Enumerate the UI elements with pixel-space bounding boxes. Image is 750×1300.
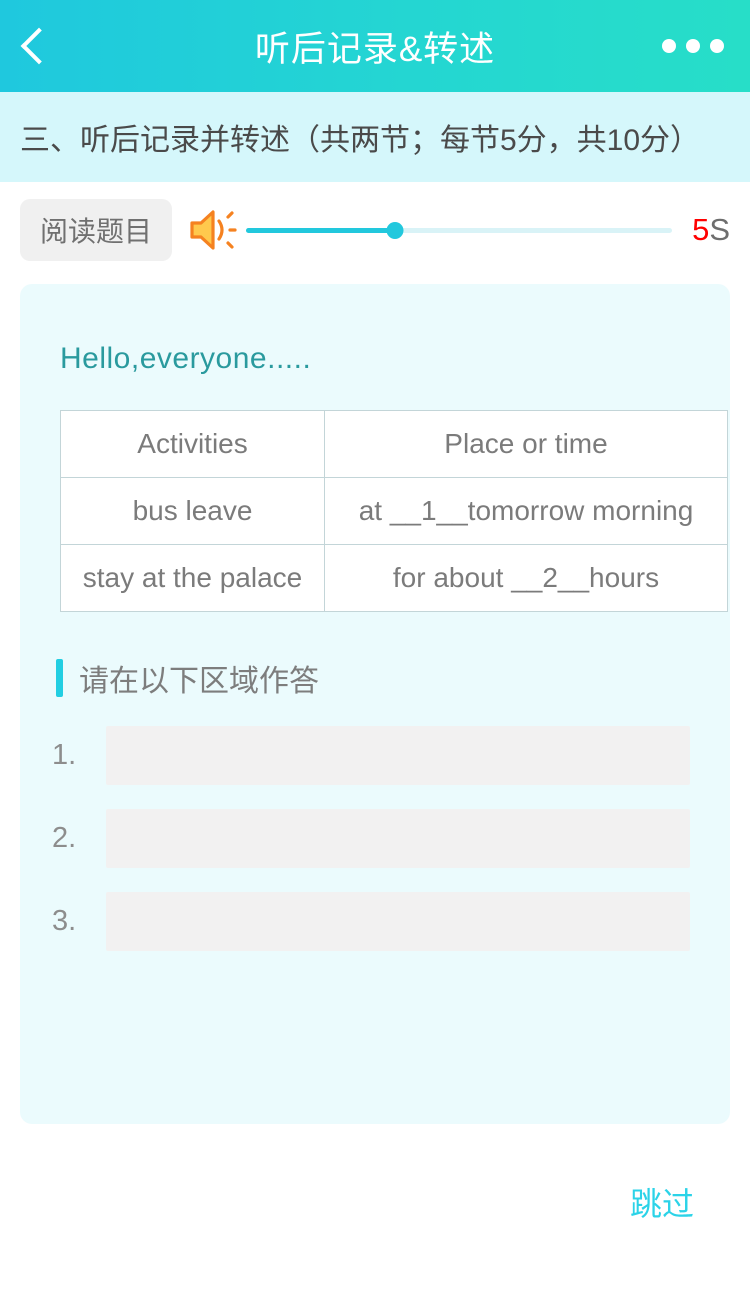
more-dots-icon [662, 39, 676, 53]
table-row: bus leave at __1__tomorrow morning [60, 477, 728, 545]
listening-greeting-text: Hello,everyone..... [60, 342, 312, 375]
more-dots-icon [686, 39, 700, 53]
back-button[interactable] [20, 16, 72, 76]
skip-button[interactable]: 跳过 [630, 1179, 694, 1225]
audio-progress-slider[interactable] [246, 220, 673, 240]
answer-row: 3. [40, 892, 710, 951]
chevron-left-icon [20, 27, 58, 65]
heading-accent-bar [56, 659, 63, 697]
read-question-button[interactable]: 阅读题目 [20, 199, 173, 261]
answer-input-2[interactable] [106, 809, 690, 868]
navigation-bar: 听后记录&转述 [0, 0, 750, 92]
table-cell: stay at the palace [60, 544, 325, 612]
table-header-cell: Place or time [324, 410, 728, 478]
answer-section-label: 请在以下区域作答 [79, 665, 319, 698]
countdown-timer: 5S [692, 212, 730, 248]
table-row: stay at the palace for about __2__hours [60, 544, 728, 612]
audio-control-bar: 阅读题目 5S [0, 182, 750, 278]
answer-input-1[interactable] [106, 726, 690, 785]
table-header-cell: Activities [60, 410, 325, 478]
more-options-button[interactable] [662, 29, 724, 63]
slider-thumb[interactable] [386, 221, 404, 239]
section-header: 三、听后记录并转述（共两节；每节5分，共10分） [0, 92, 750, 182]
answer-number: 1. [52, 739, 77, 771]
answer-number: 2. [52, 822, 77, 854]
timer-unit: S [709, 212, 730, 247]
table-cell: at __1__tomorrow morning [324, 477, 728, 545]
exam-screen: 听后记录&转述 三、听后记录并转述（共两节；每节5分，共10分） 阅读题目 5S… [0, 0, 750, 1300]
table-header-row: Activities Place or time [60, 410, 728, 478]
question-card: Hello,everyone..... Activities Place or … [20, 284, 730, 1124]
footer-bar: 跳过 [0, 1140, 750, 1300]
answer-number: 3. [52, 905, 77, 937]
section-title: 三、听后记录并转述（共两节；每节5分，共10分） [20, 124, 701, 157]
slider-fill [246, 227, 396, 233]
table-cell: bus leave [60, 477, 325, 545]
page-title: 听后记录&转述 [254, 29, 496, 69]
answer-row: 1. [40, 726, 710, 785]
timer-value: 5 [692, 212, 710, 247]
more-dots-icon [710, 39, 724, 53]
notes-table: Activities Place or time bus leave at __… [60, 410, 728, 612]
speaker-volume-icon[interactable] [188, 207, 240, 253]
answer-row: 2. [40, 809, 710, 868]
answer-section-heading: 请在以下区域作答 [56, 656, 710, 700]
answer-input-3[interactable] [106, 892, 690, 951]
table-cell: for about __2__hours [324, 544, 728, 612]
